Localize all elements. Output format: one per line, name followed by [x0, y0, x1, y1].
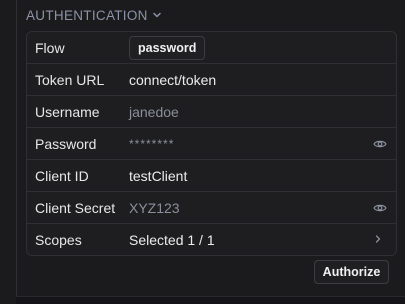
client-secret-row: Client Secret XYZ123: [27, 191, 396, 223]
client-secret-input[interactable]: XYZ123: [129, 200, 396, 216]
token-url-row: Token URL connect/token: [27, 63, 396, 95]
flow-select-button[interactable]: password: [129, 35, 206, 60]
password-row: Password ********: [27, 127, 396, 159]
token-url-input[interactable]: connect/token: [129, 72, 396, 88]
scopes-value: Selected 1 / 1: [129, 231, 215, 248]
panel-divider: [16, 0, 17, 303]
authentication-section-toggle[interactable]: AUTHENTICATION: [26, 6, 162, 24]
client-secret-label: Client Secret: [35, 199, 116, 216]
scopes-row[interactable]: Scopes Selected 1 / 1: [27, 223, 396, 255]
authorize-button[interactable]: Authorize: [314, 260, 389, 284]
token-url-label: Token URL: [35, 71, 105, 88]
username-label: Username: [35, 103, 100, 120]
client-id-row: Client ID testClient: [27, 159, 396, 191]
chevron-down-icon: [152, 12, 161, 18]
client-id-input[interactable]: testClient: [129, 168, 396, 184]
username-row: Username janedoe: [27, 95, 396, 127]
flow-row: Flow password: [27, 32, 396, 63]
eye-icon[interactable]: [373, 137, 387, 151]
eye-icon[interactable]: [373, 201, 387, 215]
username-input[interactable]: janedoe: [129, 104, 396, 120]
section-title: AUTHENTICATION: [26, 7, 148, 23]
auth-form: Flow password Token URL connect/token Us…: [26, 31, 397, 256]
flow-label: Flow: [35, 39, 65, 56]
chevron-right-icon[interactable]: [374, 234, 382, 244]
password-input[interactable]: ********: [129, 137, 396, 151]
scopes-label: Scopes: [35, 231, 82, 248]
password-label: Password: [35, 135, 97, 152]
client-id-label: Client ID: [35, 167, 89, 184]
